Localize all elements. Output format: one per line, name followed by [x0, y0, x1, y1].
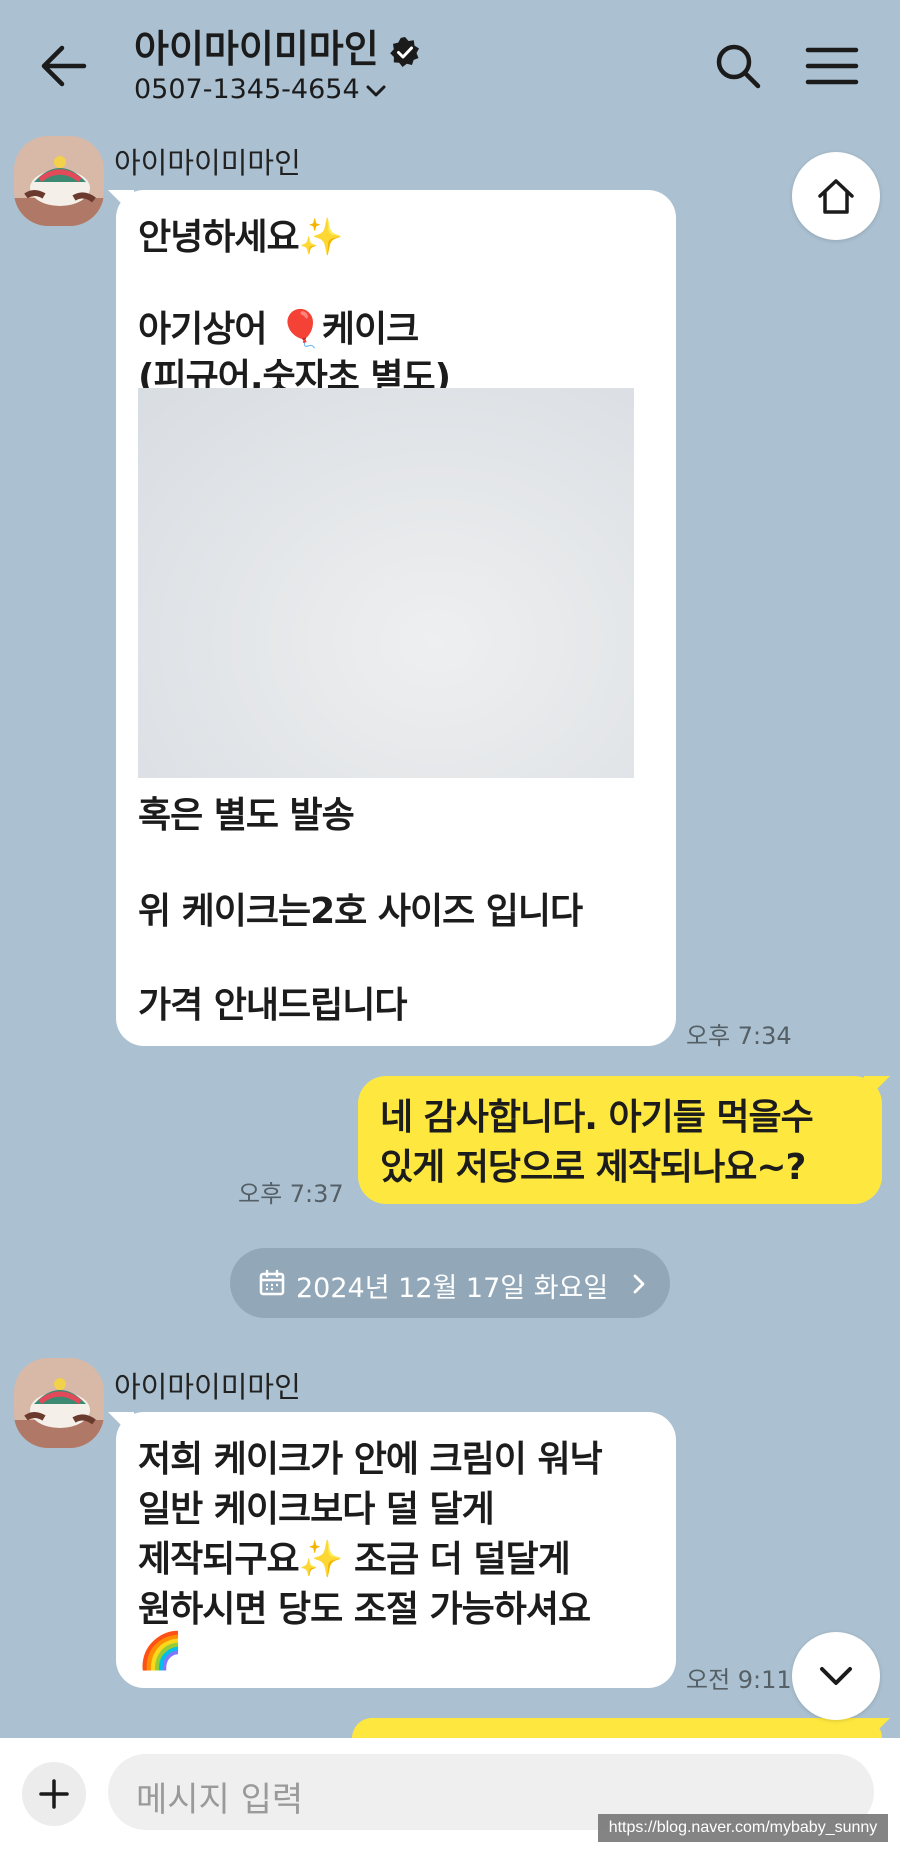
profile-avatar[interactable]: [14, 136, 104, 226]
message-text-line: 제작되구요✨ 조금 더 덜달게: [138, 1539, 571, 1580]
home-icon: [818, 179, 854, 214]
message-bubble-outgoing[interactable]: 네 감사합니다. 아기들 먹을수 있게 저당으로 제작되나요~?: [358, 1076, 882, 1204]
cake-avatar-image: [14, 136, 104, 226]
message-time: 오전 9:11: [686, 1666, 792, 1694]
scroll-down-icon: [820, 1667, 852, 1685]
phone-number-text: 0507-1345-4654: [134, 74, 360, 105]
back-button[interactable]: [36, 38, 92, 94]
phone-number[interactable]: 0507-1345-4654: [134, 74, 388, 105]
search-button[interactable]: [712, 40, 764, 92]
message-time: 오후 7:34: [686, 1022, 792, 1050]
message-text-line: 🌈: [138, 1631, 183, 1672]
date-divider[interactable]: 2024년 12월 17일 화요일: [230, 1248, 670, 1318]
back-arrow-icon: [41, 45, 87, 87]
message-input-placeholder: 메시지 입력: [136, 1780, 304, 1820]
sender-name: 아이마이미마인: [114, 1370, 301, 1404]
calendar-icon: [259, 1269, 285, 1296]
message-text-line: 혹은 별도 발송: [138, 795, 355, 836]
watermark: https://blog.naver.com/mybaby_sunny: [598, 1814, 888, 1842]
message-bubble-incoming[interactable]: 안녕하세요✨ 아기상어 🎈케이크 (피규어,숫자초 별도) 혹은 별도 발송 위…: [116, 190, 676, 1046]
chevron-down-icon: [366, 85, 386, 96]
chevron-right-icon: [633, 1274, 645, 1294]
sender-name: 아이마이미마인: [114, 146, 301, 180]
home-button[interactable]: [792, 152, 880, 240]
message-text-line: 위 케이크는2호 사이즈 입니다: [138, 891, 583, 932]
message-text-line: 네 감사합니다. 아기들 먹을수: [380, 1097, 814, 1138]
scroll-down-button[interactable]: [792, 1632, 880, 1720]
attach-button[interactable]: [22, 1762, 86, 1826]
message-time: 오후 7:37: [238, 1180, 344, 1208]
cake-avatar-image: [14, 1358, 104, 1448]
message-text-line: 있게 저당으로 제작되나요~?: [380, 1147, 806, 1188]
profile-avatar[interactable]: [14, 1358, 104, 1448]
search-icon: [716, 44, 761, 89]
date-divider-text: 2024년 12월 17일 화요일: [296, 1273, 609, 1304]
menu-icon: [805, 47, 859, 85]
plus-icon: [39, 1779, 69, 1809]
message-bubble-incoming[interactable]: 저희 케이크가 안에 크림이 워낙 일반 케이크보다 덜 달게 제작되구요✨ 조…: [116, 1412, 676, 1688]
message-text-line: 안녕하세요✨: [138, 217, 343, 258]
chat-header: 아이마이미마인 0507-1345-4654: [0, 0, 900, 130]
message-text-line: 일반 케이크보다 덜 달게: [138, 1489, 495, 1530]
chat-title-text: 아이마이미마인: [134, 27, 379, 71]
message-text-line: 아기상어 🎈케이크: [138, 309, 419, 350]
message-text-line: 저희 케이크가 안에 크림이 워낙: [138, 1439, 603, 1480]
message-text-line: 원하시면 당도 조절 가능하셔요: [138, 1589, 591, 1630]
verified-badge-icon: [389, 36, 419, 67]
menu-button[interactable]: [804, 42, 860, 90]
blurred-cake-image[interactable]: [138, 388, 634, 778]
message-text-line: 가격 안내드립니다: [138, 985, 407, 1026]
chat-title[interactable]: 아이마이미마인: [134, 18, 421, 73]
